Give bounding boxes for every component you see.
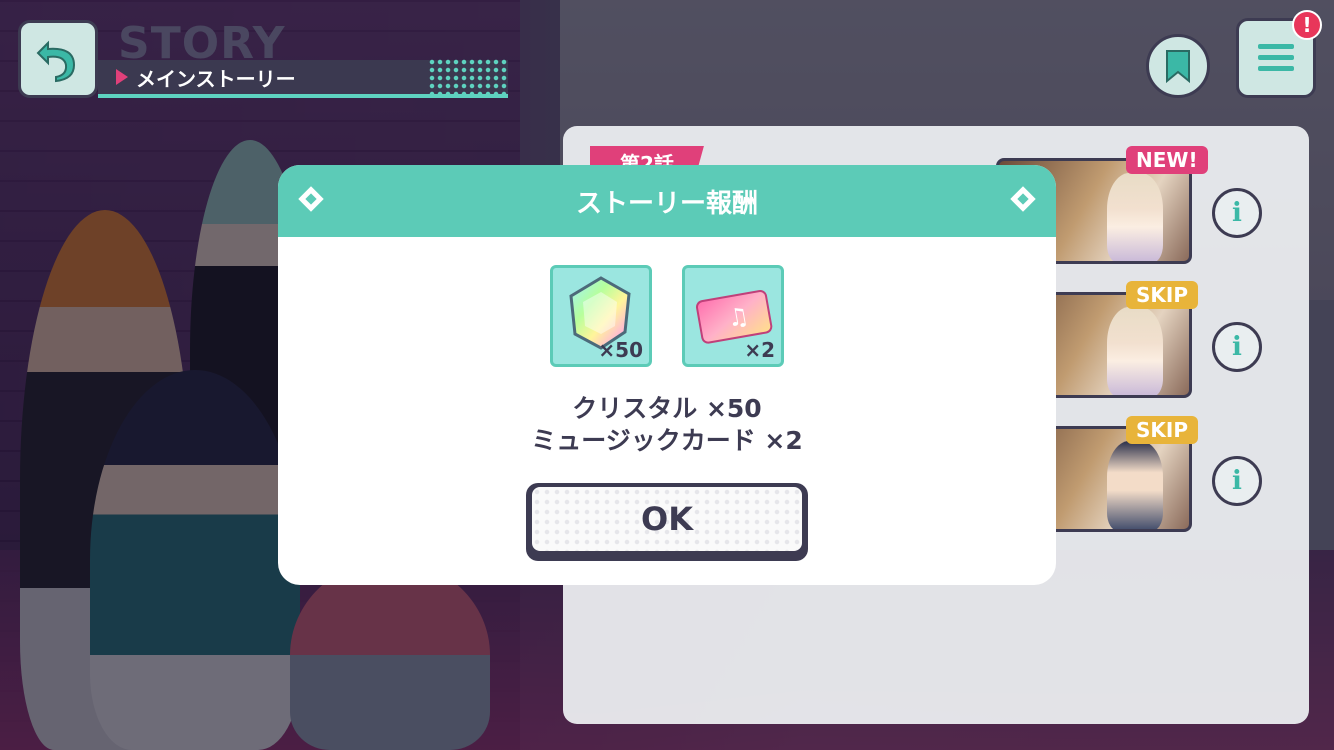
reward-items: ×50 ♫ ×2 (278, 265, 1056, 367)
info-button[interactable]: i (1212, 456, 1262, 506)
reward-line-music-card: ミュージックカード ×2 (531, 426, 803, 455)
subtitle-bar: メインストーリー (98, 58, 508, 98)
info-button[interactable]: i (1212, 188, 1262, 238)
story-reward-dialog: ストーリー報酬 ×50 ♫ ×2 クリスタル ×50 ミュージックカード ×2 … (278, 165, 1056, 585)
skip-badge: SKIP (1126, 416, 1199, 444)
reward-description: クリスタル ×50 ミュージックカード ×2 (278, 393, 1056, 457)
reward-line-crystal: クリスタル ×50 (572, 394, 762, 423)
notification-badge: ! (1292, 10, 1322, 40)
diamond-icon (1010, 186, 1036, 212)
character-portrait (1107, 441, 1163, 529)
skip-badge: SKIP (1126, 281, 1199, 309)
ok-button-label: OK (532, 487, 802, 551)
new-badge: NEW! (1126, 146, 1208, 174)
back-arrow-icon (36, 40, 76, 83)
bookmark-button[interactable] (1146, 34, 1210, 98)
character-portrait (1107, 307, 1163, 395)
ok-button[interactable]: OK (526, 483, 808, 561)
reward-qty: ×50 (598, 338, 643, 362)
hamburger-icon (1258, 44, 1294, 71)
reward-item-crystal[interactable]: ×50 (550, 265, 652, 367)
dialog-title: ストーリー報酬 (575, 188, 758, 219)
page-subtitle: メインストーリー (136, 66, 296, 91)
character-portrait (1107, 173, 1163, 261)
dialog-header: ストーリー報酬 (278, 165, 1056, 237)
info-button[interactable]: i (1212, 322, 1262, 372)
bookmark-icon (1166, 50, 1190, 83)
dot-pattern (428, 58, 508, 96)
triangle-icon (116, 69, 128, 85)
diamond-icon (298, 186, 324, 212)
back-button[interactable] (18, 20, 98, 98)
reward-qty: ×2 (744, 338, 775, 362)
reward-item-music-card[interactable]: ♫ ×2 (682, 265, 784, 367)
